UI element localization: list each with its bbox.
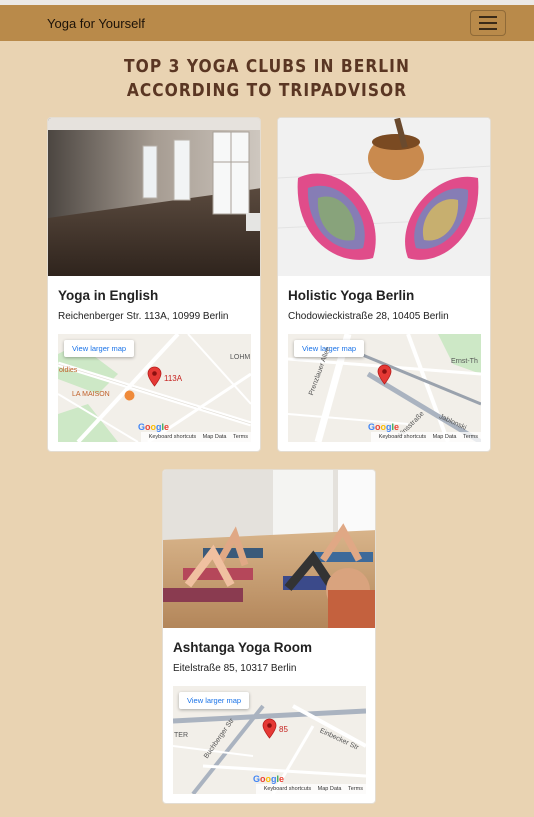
club-map[interactable]: View larger map Ernst-Th Prenzlauer Alle… [288,334,481,442]
map-pin-icon[interactable] [262,718,277,739]
club-card-ashtanga-yoga-room: Ashtanga Yoga Room Eitelstraße 85, 10317… [162,469,376,804]
map-label: oldies [59,367,78,374]
restaurant-icon [124,390,135,401]
map-pin-label: 113A [164,374,183,383]
navbar: Yoga for Yourself [0,5,534,41]
google-logo: Google [253,774,285,784]
keyboard-shortcuts-link[interactable]: Keyboard shortcuts [264,786,311,792]
google-logo: Google [368,422,400,432]
yoga-bolsters-and-singing-bowl-photo [278,118,490,276]
map-data-link[interactable]: Map Data [203,434,227,440]
club-map[interactable]: View larger map TER Einbecker Str Buchbe… [173,686,366,794]
map-label: LOHM [230,354,251,361]
page-title: TOP 3 YOGA CLUBS IN BERLIN ACCORDING TO … [124,56,410,101]
club-map[interactable]: View larger map LOHM oldies LA MAISON 11… [58,334,251,442]
terms-link[interactable]: Terms [348,786,363,792]
google-logo: Google [138,422,170,432]
map-footer: Keyboard shortcuts Map Data Terms [370,432,481,442]
keyboard-shortcuts-link[interactable]: Keyboard shortcuts [379,434,426,440]
keyboard-shortcuts-link[interactable]: Keyboard shortcuts [149,434,196,440]
terms-link[interactable]: Terms [233,434,248,440]
map-footer: Keyboard shortcuts Map Data Terms [140,432,251,442]
hamburger-menu-icon[interactable] [470,10,506,36]
map-data-link[interactable]: Map Data [318,786,342,792]
map-pin-icon[interactable] [377,364,392,385]
map-label: LA MAISON [72,391,110,398]
club-address: Reichenberger Str. 113A, 10999 Berlin [58,311,229,322]
brand-link[interactable]: Yoga for Yourself [47,16,145,31]
map-data-link[interactable]: Map Data [433,434,457,440]
club-card-holistic-yoga-berlin: Holistic Yoga Berlin Chodowieckistraße 2… [277,117,491,452]
club-address: Chodowieckistraße 28, 10405 Berlin [288,311,449,322]
map-pin-icon[interactable] [147,366,162,387]
club-name: Holistic Yoga Berlin [288,288,415,303]
terms-link[interactable]: Terms [463,434,478,440]
map-label: Ernst-Th [451,358,478,365]
club-address: Eitelstraße 85, 10317 Berlin [173,663,297,674]
map-label: TER [174,732,188,739]
view-larger-map-link[interactable]: View larger map [64,340,135,357]
map-pin-label: 85 [279,725,288,734]
yoga-class-practice-photo [163,470,375,628]
map-footer: Keyboard shortcuts Map Data Terms [255,784,366,794]
view-larger-map-link[interactable]: View larger map [179,692,250,709]
club-name: Yoga in English [58,288,159,303]
club-name: Ashtanga Yoga Room [173,640,313,655]
empty-yoga-studio-photo [48,118,260,276]
club-card-yoga-in-english: Yoga in English Reichenberger Str. 113A,… [47,117,261,452]
